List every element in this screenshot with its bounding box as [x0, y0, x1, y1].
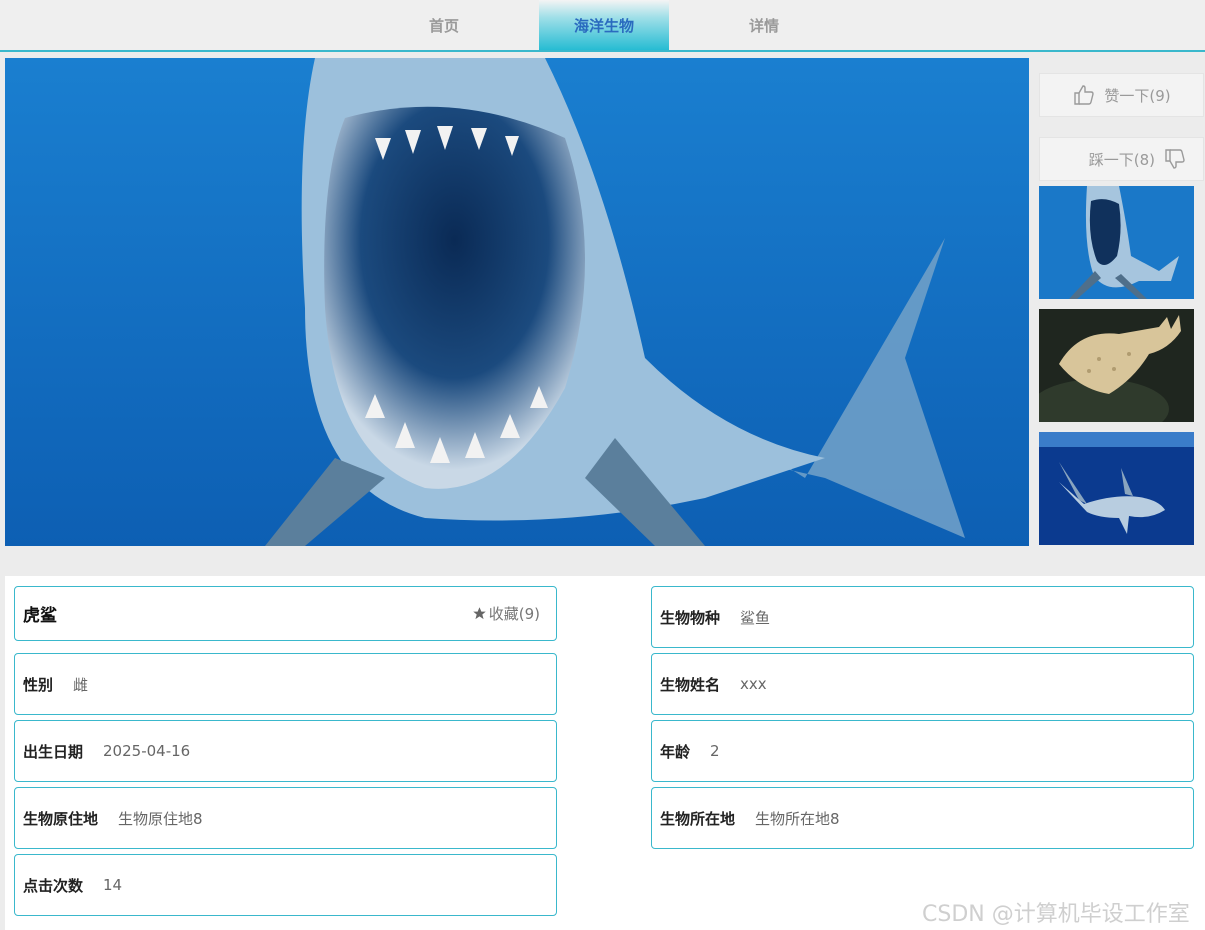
creature-name-card: 生物姓名 xxx [651, 653, 1194, 715]
field-label: 出生日期 [23, 742, 84, 761]
dislike-button[interactable]: 踩一下(8) [1039, 137, 1204, 181]
species-card: 生物物种 鲨鱼 [651, 586, 1194, 648]
field-value: 生物原住地8 [118, 809, 203, 828]
like-label: 赞一下(9) [1104, 86, 1171, 105]
age-card: 年龄 2 [651, 720, 1194, 782]
field-label: 生物物种 [660, 608, 721, 627]
detail-panel: 虎鲨 收藏(9) 性别 雌 出生日期 2025-04-16 生物原住地 生物原住… [5, 576, 1205, 930]
thumbs-down-icon [1165, 149, 1185, 169]
nav-details[interactable]: 详情 [699, 0, 829, 50]
like-button[interactable]: 赞一下(9) [1039, 73, 1204, 117]
field-label: 生物所在地 [660, 809, 736, 828]
thumbnail-shark-2[interactable] [1039, 432, 1194, 545]
field-value: 鲨鱼 [740, 608, 771, 627]
creature-name: 虎鲨 [23, 606, 57, 626]
location-card: 生物所在地 生物所在地8 [651, 787, 1194, 849]
top-nav: 首页 海洋生物 详情 [0, 0, 1205, 52]
nav-marine-life[interactable]: 海洋生物 [539, 0, 669, 50]
favorite-button[interactable]: 收藏(9) [472, 603, 540, 624]
field-value: 2 [710, 742, 720, 760]
nav-home[interactable]: 首页 [379, 0, 509, 50]
field-label: 生物姓名 [660, 675, 721, 694]
dislike-label: 踩一下(8) [1088, 150, 1155, 169]
field-value: 14 [103, 876, 123, 894]
gender-card: 性别 雌 [14, 653, 557, 715]
field-value: 生物所在地8 [755, 809, 840, 828]
field-label: 点击次数 [23, 876, 84, 895]
origin-card: 生物原住地 生物原住地8 [14, 787, 557, 849]
field-value: 2025-04-16 [103, 742, 191, 760]
field-label: 年龄 [660, 742, 691, 761]
field-value: 雌 [73, 675, 89, 694]
field-value: xxx [740, 675, 767, 693]
birthdate-card: 出生日期 2025-04-16 [14, 720, 557, 782]
hero-image [5, 58, 1029, 546]
name-card: 虎鲨 收藏(9) [14, 586, 557, 641]
clicks-card: 点击次数 14 [14, 854, 557, 916]
thumbnail-guitarfish[interactable] [1039, 309, 1194, 422]
favorite-label: 收藏(9) [488, 605, 540, 623]
star-icon [473, 607, 486, 620]
thumbs-up-icon [1074, 85, 1095, 105]
thumbnail-shark-1[interactable] [1039, 186, 1194, 299]
watermark: CSDN @计算机毕设工作室 [922, 902, 1190, 927]
field-label: 生物原住地 [23, 809, 99, 828]
field-label: 性别 [23, 675, 54, 694]
